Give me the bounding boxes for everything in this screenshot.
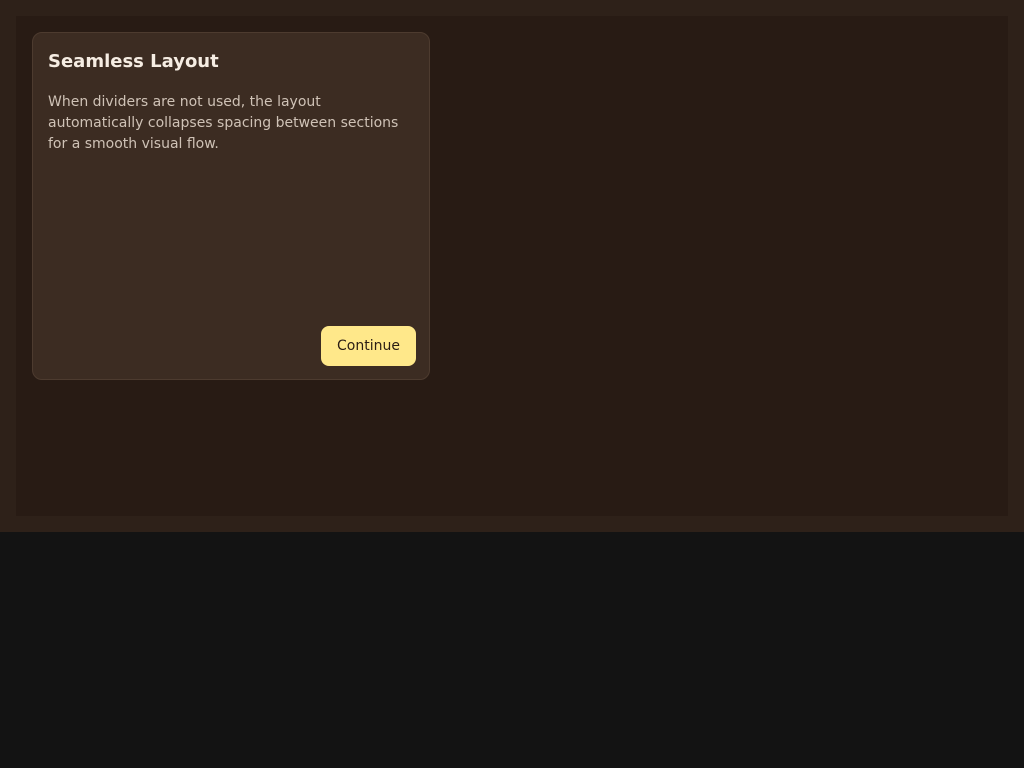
outer-frame: Seamless Layout When dividers are not us… — [0, 0, 1024, 532]
info-card: Seamless Layout When dividers are not us… — [32, 32, 430, 380]
card-title: Seamless Layout — [48, 51, 219, 72]
card-description: When dividers are not used, the layout a… — [48, 94, 399, 152]
content-panel: Seamless Layout When dividers are not us… — [16, 16, 1008, 516]
continue-button[interactable]: Continue — [321, 326, 416, 366]
